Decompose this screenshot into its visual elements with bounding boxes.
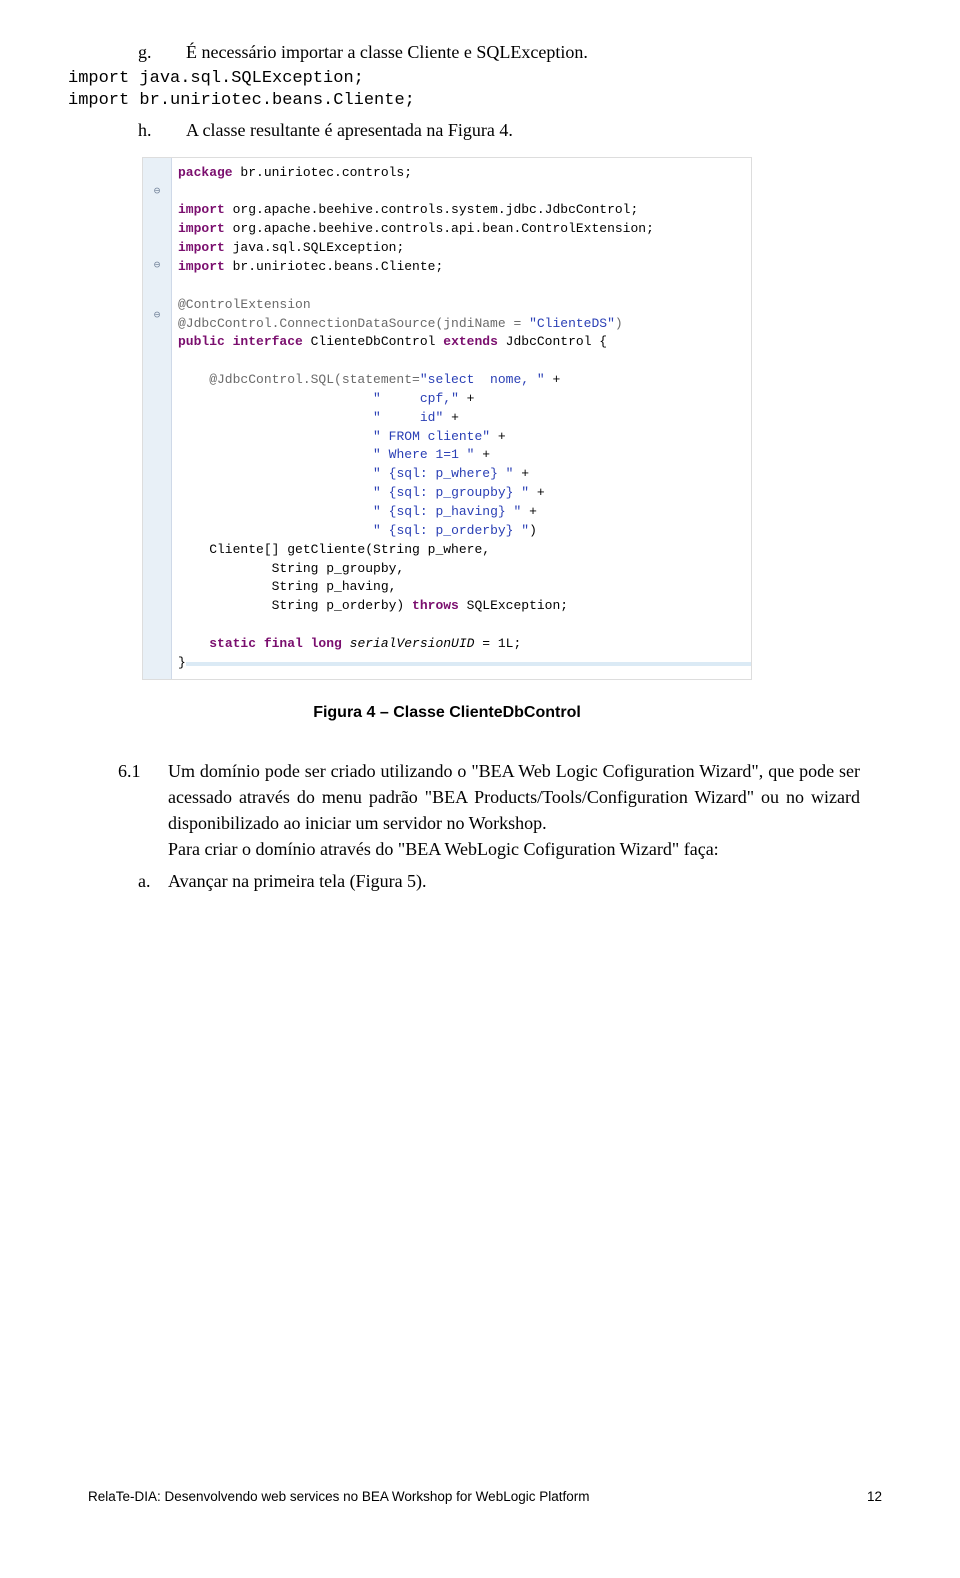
string: "	[373, 466, 381, 481]
kw: static final long	[209, 636, 342, 651]
string: "ClienteDS"	[529, 316, 615, 331]
code-screenshot: ⊖⊖⊖ package br.uniriotec.controls; impor…	[142, 157, 752, 680]
op: +	[545, 372, 561, 387]
string: "	[373, 504, 381, 519]
string: Where 1=1 "	[381, 447, 475, 462]
string: {sql: p_groupby} "	[381, 485, 529, 500]
editor-code-area: package br.uniriotec.controls; import or…	[172, 158, 751, 679]
string: "	[373, 485, 381, 500]
paragraph: Um domínio pode ser criado utilizando o …	[168, 758, 860, 836]
kw: import	[178, 221, 225, 236]
op: +	[474, 447, 490, 462]
code-text: String p_having,	[178, 579, 396, 594]
kw: public interface	[178, 334, 303, 349]
kw: throws	[412, 598, 459, 613]
code-text: String p_groupby,	[178, 561, 404, 576]
code-text: String p_orderby)	[178, 598, 412, 613]
list-text: É necessário importar a classe Cliente e…	[186, 40, 860, 64]
code-text: java.sql.SQLException;	[225, 240, 404, 255]
figure-caption: Figura 4 – Classe ClienteDbControl	[142, 704, 752, 722]
list-item-h: h. A classe resultante é apresentada na …	[118, 118, 860, 142]
kw: extends	[443, 334, 498, 349]
paragraph: Para criar o domínio através do "BEA Web…	[168, 836, 860, 862]
sub-list-item: a. Avançar na primeira tela (Figura 5).	[168, 868, 860, 894]
kw: package	[178, 165, 233, 180]
code-line: import java.sql.SQLException;	[68, 68, 860, 90]
string: "select nome, "	[420, 372, 545, 387]
list-marker: h.	[118, 118, 186, 142]
string: {sql: p_having} "	[381, 504, 521, 519]
footer-title: RelaTe-DIA: Desenvolvendo web services n…	[88, 1489, 589, 1504]
code-line: import br.uniriotec.beans.Cliente;	[68, 90, 860, 112]
string: "	[373, 523, 381, 538]
list-text: Avançar na primeira tela (Figura 5).	[168, 868, 427, 894]
code-text: br.uniriotec.beans.Cliente;	[225, 259, 443, 274]
string: FROM cliente"	[381, 429, 490, 444]
op: +	[513, 466, 529, 481]
code-text: JdbcControl {	[498, 334, 607, 349]
code-text: org.apache.beehive.controls.api.bean.Con…	[225, 221, 654, 236]
list-text: A classe resultante é apresentada na Fig…	[186, 118, 860, 142]
op: )	[529, 523, 537, 538]
op: +	[459, 391, 475, 406]
op: +	[529, 485, 545, 500]
kw: import	[178, 259, 225, 274]
code-text: SQLException;	[459, 598, 568, 613]
annotation: @ControlExtension	[178, 297, 311, 312]
highlight-line	[186, 662, 751, 666]
annotation: @JdbcControl.SQL(statement=	[178, 372, 420, 387]
figure-block: ⊖⊖⊖ package br.uniriotec.controls; impor…	[142, 157, 860, 722]
list-marker: a.	[138, 868, 168, 894]
numbered-section: 6.1 Um domínio pode ser criado utilizand…	[118, 758, 860, 894]
string: {sql: p_orderby} "	[381, 523, 529, 538]
string: "	[373, 447, 381, 462]
code-text: br.uniriotec.controls;	[233, 165, 412, 180]
string: "	[373, 410, 381, 425]
code-text: }	[178, 655, 186, 670]
code-text: = 1L;	[474, 636, 521, 651]
page-number: 12	[867, 1489, 882, 1504]
kw: import	[178, 240, 225, 255]
annotation: @JdbcControl.ConnectionDataSource(jndiNa…	[178, 316, 529, 331]
list-marker: g.	[118, 40, 186, 64]
code-text: ClienteDbControl	[303, 334, 443, 349]
string: id"	[381, 410, 443, 425]
inline-code-block: import java.sql.SQLException; import br.…	[68, 68, 860, 112]
code-text: serialVersionUID	[342, 636, 475, 651]
page-footer: RelaTe-DIA: Desenvolvendo web services n…	[88, 1489, 882, 1504]
annotation: )	[615, 316, 623, 331]
list-item-g: g. É necessário importar a classe Client…	[118, 40, 860, 64]
string: "	[373, 429, 381, 444]
string: "	[373, 391, 381, 406]
code-text: Cliente[] getCliente(String p_where,	[178, 542, 490, 557]
op: +	[443, 410, 459, 425]
kw: import	[178, 202, 225, 217]
op: +	[490, 429, 506, 444]
string: cpf,"	[381, 391, 459, 406]
code-text: org.apache.beehive.controls.system.jdbc.…	[225, 202, 638, 217]
op: +	[521, 504, 537, 519]
string: {sql: p_where} "	[381, 466, 514, 481]
editor-gutter: ⊖⊖⊖	[143, 158, 172, 679]
